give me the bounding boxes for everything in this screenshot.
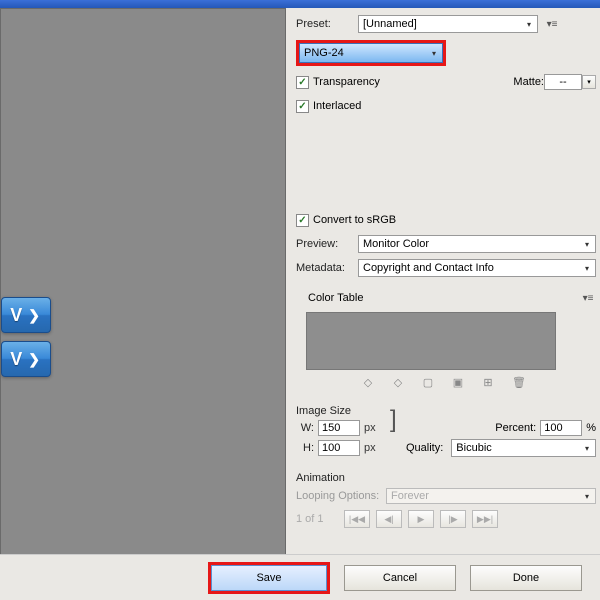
image-preview: V❯ V❯ bbox=[0, 8, 286, 570]
chevron-down-icon: ▾ bbox=[581, 237, 593, 251]
preview-dropdown[interactable]: Monitor Color ▾ bbox=[358, 235, 596, 253]
next-frame-button: |▶ bbox=[440, 510, 466, 528]
format-highlight: PNG-24 ▾ bbox=[296, 40, 446, 66]
trash-icon[interactable]: 🗑 bbox=[512, 376, 524, 389]
prev-frame-button: ◀| bbox=[376, 510, 402, 528]
matte-label: Matte: bbox=[513, 76, 544, 88]
frame-pager-text: 1 of 1 bbox=[296, 513, 338, 525]
chevron-right-icon: ❯ bbox=[28, 307, 40, 324]
height-input[interactable] bbox=[318, 440, 360, 456]
save-button[interactable]: Save bbox=[211, 565, 327, 591]
image-size-label: Image Size bbox=[296, 405, 596, 417]
width-input[interactable] bbox=[318, 420, 360, 436]
preview-button-2: V❯ bbox=[1, 341, 51, 377]
chevron-down-icon: ▾ bbox=[581, 489, 593, 503]
play-button: ▶ bbox=[408, 510, 434, 528]
ct-icon-4[interactable]: ▣ bbox=[452, 376, 464, 389]
preset-flyout-icon[interactable]: ▾≡ bbox=[544, 19, 560, 30]
looping-label: Looping Options: bbox=[296, 490, 386, 502]
chevron-down-icon: ▾ bbox=[581, 261, 593, 275]
color-table[interactable] bbox=[306, 312, 556, 370]
interlaced-checkbox[interactable]: ✓ Interlaced bbox=[296, 100, 361, 113]
chevron-right-icon: ❯ bbox=[28, 351, 40, 368]
link-bracket-icon[interactable]: ] bbox=[390, 408, 397, 432]
matte-dropdown[interactable]: -- bbox=[544, 74, 582, 90]
ct-icon-1[interactable]: ◇ bbox=[362, 376, 374, 389]
chevron-down-icon: ▾ bbox=[523, 17, 535, 31]
chevron-down-icon: ▾ bbox=[581, 441, 593, 455]
cancel-button[interactable]: Cancel bbox=[344, 565, 456, 591]
chevron-down-icon: ▾ bbox=[428, 46, 440, 60]
preview-label: Preview: bbox=[296, 238, 358, 250]
format-dropdown[interactable]: PNG-24 ▾ bbox=[299, 43, 443, 63]
matte-stepper[interactable]: ▾ bbox=[582, 75, 596, 89]
last-frame-button: ▶▶| bbox=[472, 510, 498, 528]
ct-icon-2[interactable]: ◇ bbox=[392, 376, 404, 389]
transparency-checkbox[interactable]: ✓ Transparency bbox=[296, 76, 380, 89]
preset-dropdown[interactable]: [Unnamed] ▾ bbox=[358, 15, 538, 33]
done-button[interactable]: Done bbox=[470, 565, 582, 591]
window-titlebar bbox=[0, 0, 600, 8]
color-table-label: Color Table bbox=[308, 292, 363, 304]
ct-icon-3[interactable]: ▢ bbox=[422, 376, 434, 389]
first-frame-button: |◀◀ bbox=[344, 510, 370, 528]
preview-button-1: V❯ bbox=[1, 297, 51, 333]
convert-srgb-checkbox[interactable]: ✓ Convert to sRGB bbox=[296, 214, 396, 227]
quality-dropdown[interactable]: Bicubic ▾ bbox=[451, 439, 596, 457]
percent-input[interactable] bbox=[540, 420, 582, 436]
metadata-dropdown[interactable]: Copyright and Contact Info ▾ bbox=[358, 259, 596, 277]
metadata-label: Metadata: bbox=[296, 262, 358, 274]
looping-dropdown: Forever ▾ bbox=[386, 488, 596, 504]
save-highlight: Save bbox=[208, 562, 330, 594]
preset-label: Preset: bbox=[296, 18, 358, 30]
color-table-flyout-icon[interactable]: ▾≡ bbox=[580, 293, 596, 304]
ct-icon-5[interactable]: ⊞ bbox=[482, 376, 494, 389]
animation-label: Animation bbox=[296, 472, 596, 484]
